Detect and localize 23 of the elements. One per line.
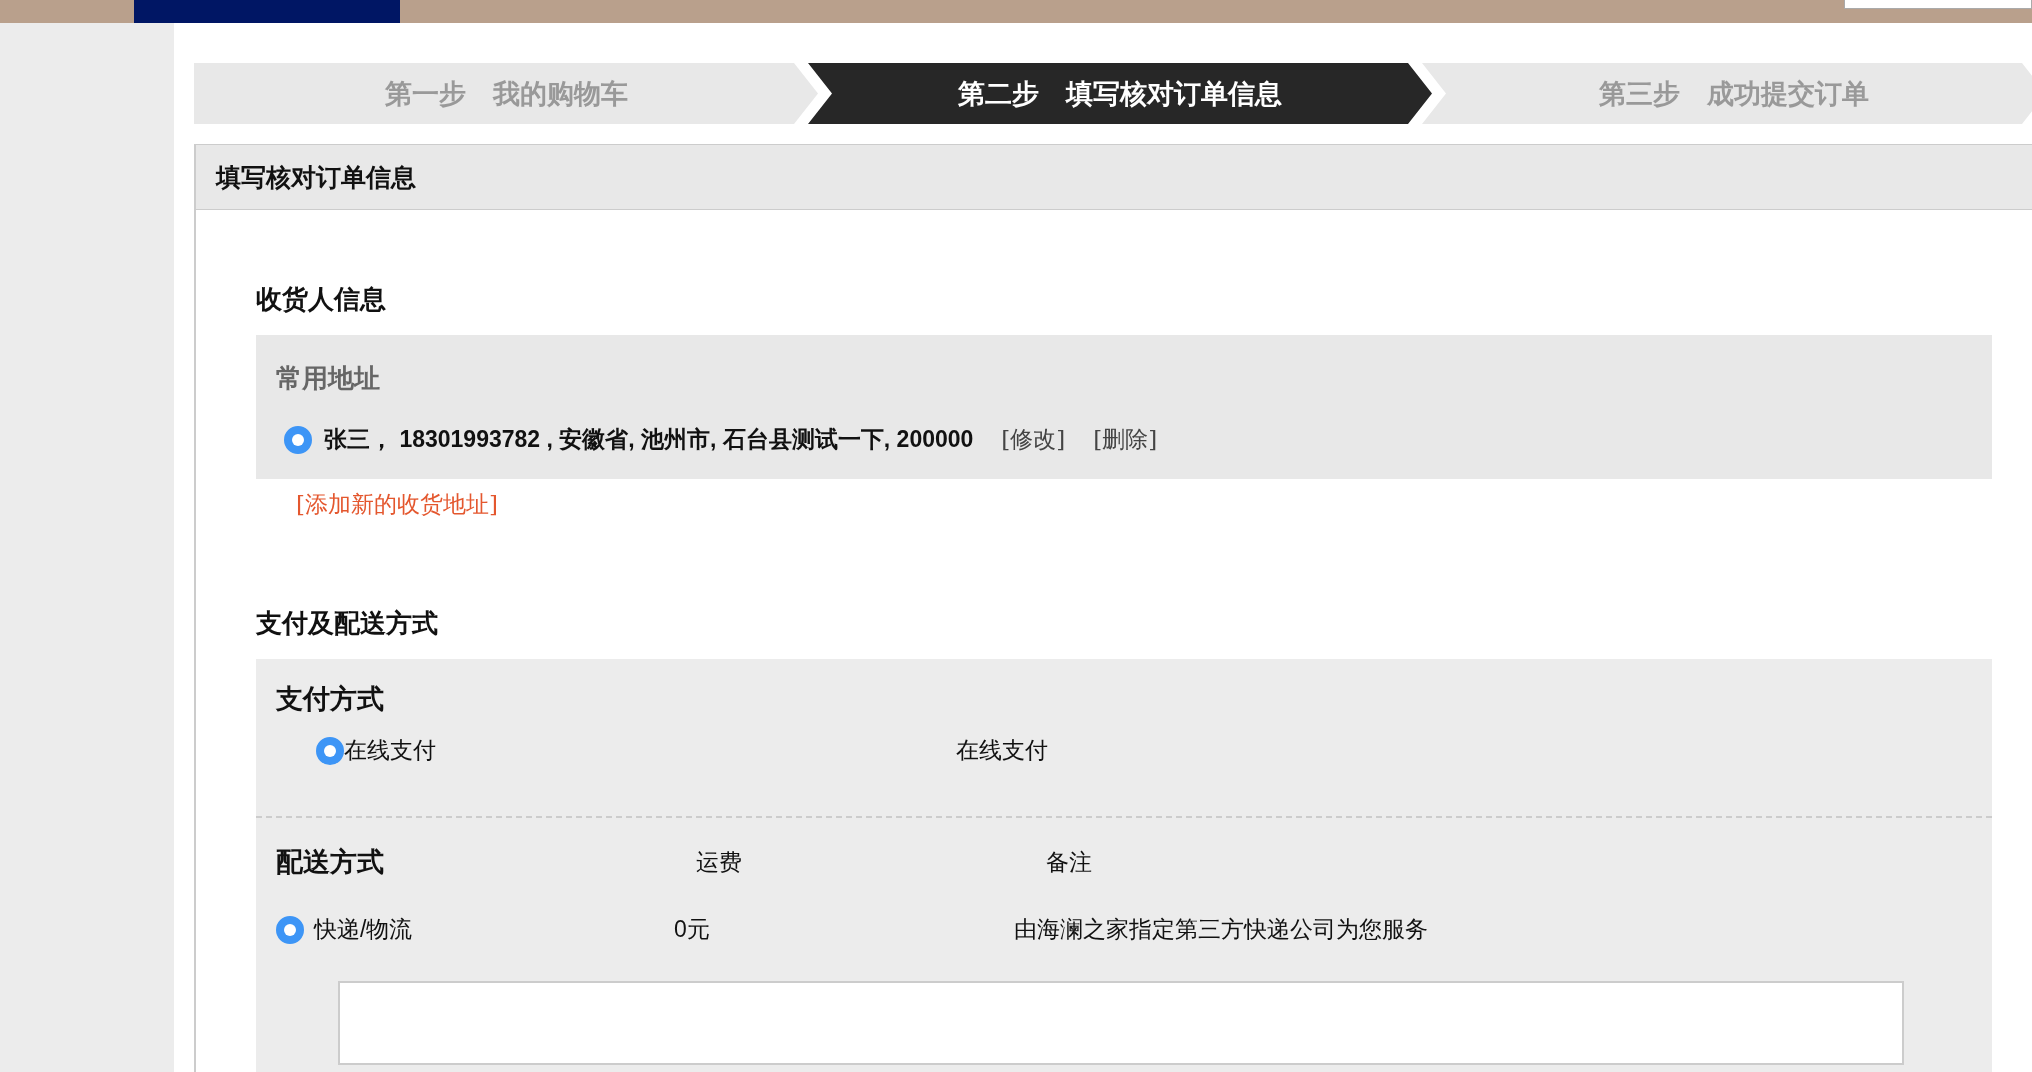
radio-button[interactable] [276, 915, 304, 944]
delete-link[interactable]: [删除] [1093, 424, 1158, 455]
delivery-note: 由海澜之家指定第三方快递公司为您服务 [1014, 915, 1428, 944]
delivery-title: 配送方式 [276, 845, 385, 879]
delivery-fee: 0元 [674, 915, 711, 944]
panel-title: 填写核对订单信息 [194, 144, 2032, 210]
payment-option-note: 在线支付 [956, 736, 1048, 765]
payment-title: 支付方式 [276, 682, 385, 716]
delivery-option-label: 快递/物流 [314, 915, 414, 944]
column-header: 运费 [696, 847, 743, 877]
address-text: 张三， 18301993782 , 安徽省, 池州市, 石台县测试一下, 200000 [324, 425, 974, 454]
payment-option-label: 在线支付 [344, 736, 437, 765]
section-title: 支付及配送方式 [256, 607, 439, 640]
step-indicator: 第一步 我的购物车 [194, 63, 818, 124]
address-subtitle: 常用地址 [276, 362, 381, 395]
radio-button[interactable] [316, 736, 344, 765]
edit-link[interactable]: [修改] [1001, 424, 1066, 455]
section-title: 收货人信息 [256, 283, 387, 316]
step-indicator: 第二步 填写核对订单信息 [808, 63, 1432, 124]
radio-button[interactable] [284, 425, 312, 454]
step-indicator: 第三步 成功提交订单 [1422, 63, 2032, 124]
column-header: 备注 [1046, 847, 1092, 877]
add-address-link[interactable]: [添加新的收货地址] [296, 489, 498, 520]
